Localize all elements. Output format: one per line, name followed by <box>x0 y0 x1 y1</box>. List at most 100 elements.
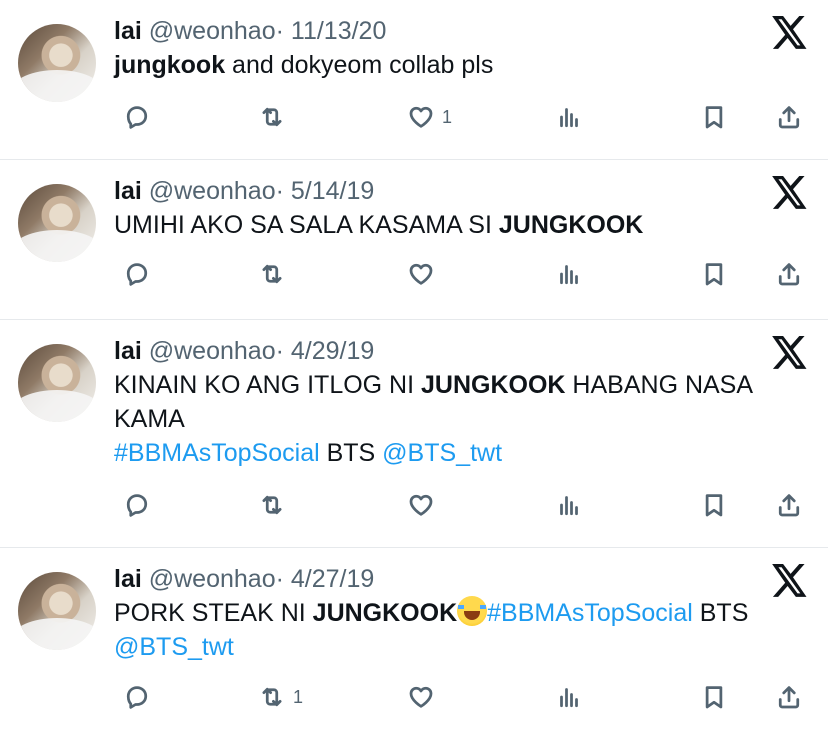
like-button[interactable]: 1 <box>406 100 452 134</box>
views-icon <box>554 490 584 520</box>
views-button[interactable] <box>554 257 584 291</box>
text-segment: BTS <box>692 599 756 627</box>
retweet-button[interactable]: 1 <box>257 680 303 714</box>
like-icon <box>406 102 436 132</box>
reply-icon <box>122 102 152 132</box>
like-count: 1 <box>442 106 453 127</box>
display-name[interactable]: lai <box>114 337 142 365</box>
bookmark-button[interactable] <box>699 257 729 291</box>
bookmark-icon <box>699 490 729 520</box>
like-button[interactable] <box>406 257 442 291</box>
tweet-content: lai @weonhao· 4/29/19 KINAIN KO ANG ITLOG… <box>114 334 798 470</box>
share-icon <box>774 490 804 520</box>
user-handle[interactable]: @weonhao <box>149 565 276 593</box>
reply-icon <box>122 259 152 289</box>
user-handle[interactable]: @weonhao <box>149 177 276 205</box>
avatar[interactable] <box>18 24 96 102</box>
tweet-actions <box>114 488 808 522</box>
retweet-count: 1 <box>293 686 304 707</box>
bookmark-button[interactable] <box>699 680 729 714</box>
retweet-icon <box>257 490 287 520</box>
hashtag-link[interactable]: #BBMAsTopSocial <box>487 599 693 627</box>
tweet[interactable]: lai @weonhao· 5/14/19 UMIHI AKO SA SALA K… <box>0 160 828 320</box>
text-segment: PORK STEAK NI <box>114 599 313 627</box>
views-icon <box>554 102 584 132</box>
avatar[interactable] <box>18 572 96 650</box>
tweet[interactable]: lai @weonhao· 4/27/19 PORK STEAK NI JUNGK… <box>0 548 828 741</box>
share-button[interactable] <box>774 488 804 522</box>
avatar[interactable] <box>18 344 96 422</box>
share-icon <box>774 259 804 289</box>
views-icon <box>554 259 584 289</box>
retweet-icon <box>257 259 287 289</box>
tweet-content: lai @weonhao· 5/14/19 UMIHI AKO SA SALA K… <box>114 174 798 242</box>
text-segment: UMIHI AKO SA SALA KASAMA SI <box>114 211 499 239</box>
bookmark-button[interactable] <box>699 488 729 522</box>
like-button[interactable] <box>406 680 442 714</box>
separator-dot: · <box>275 17 284 45</box>
tweet-actions: 1 <box>114 680 808 714</box>
views-button[interactable] <box>554 680 584 714</box>
display-name[interactable]: lai <box>114 565 142 593</box>
tweet-header: lai @weonhao· 4/27/19 <box>114 562 798 596</box>
share-button[interactable] <box>774 257 804 291</box>
retweet-button[interactable] <box>257 488 293 522</box>
hashtag-link[interactable]: #BBMAsTopSocial <box>114 439 320 467</box>
share-button[interactable] <box>774 100 804 134</box>
bookmark-icon <box>699 259 729 289</box>
tweet-date[interactable]: 4/29/19 <box>291 337 374 365</box>
display-name[interactable]: lai <box>114 177 142 205</box>
user-handle[interactable]: @weonhao <box>149 17 276 45</box>
highlighted-keyword: JUNGKOOK <box>498 211 644 239</box>
reply-button[interactable] <box>122 488 158 522</box>
tweet-actions: 1 <box>114 100 808 134</box>
tweet-date[interactable]: 11/13/20 <box>291 17 386 45</box>
tweet-header: lai @weonhao· 11/13/20 <box>114 14 798 48</box>
share-icon <box>774 102 804 132</box>
bookmark-icon <box>699 102 729 132</box>
like-button[interactable] <box>406 488 442 522</box>
tweet-text: jungkook and dokyeom collab pls <box>114 48 798 82</box>
share-icon <box>774 682 804 712</box>
tweet-actions <box>114 257 808 291</box>
highlighted-keyword: JUNGKOOK <box>312 599 458 627</box>
views-icon <box>554 682 584 712</box>
reply-button[interactable] <box>122 680 158 714</box>
like-icon <box>406 259 436 289</box>
highlighted-keyword: JUNGKOOK <box>421 371 566 399</box>
mention-link[interactable]: @BTS_twt <box>382 439 502 467</box>
avatar[interactable] <box>18 184 96 262</box>
separator-dot: · <box>275 177 284 205</box>
reply-icon <box>122 682 152 712</box>
reply-button[interactable] <box>122 100 158 134</box>
tweet[interactable]: lai @weonhao· 11/13/20 jungkook and dokye… <box>0 0 828 160</box>
share-button[interactable] <box>774 680 804 714</box>
views-button[interactable] <box>554 488 584 522</box>
retweet-button[interactable] <box>257 100 293 134</box>
user-handle[interactable]: @weonhao <box>149 337 276 365</box>
bookmark-button[interactable] <box>699 100 729 134</box>
retweet-icon <box>257 682 287 712</box>
like-icon <box>406 682 436 712</box>
text-segment: KINAIN KO ANG ITLOG NI <box>114 371 422 399</box>
mention-link[interactable]: @BTS_twt <box>114 633 234 661</box>
retweet-button[interactable] <box>257 257 293 291</box>
reply-icon <box>122 490 152 520</box>
tweet-content: lai @weonhao· 4/27/19 PORK STEAK NI JUNGK… <box>114 562 798 664</box>
separator-dot: · <box>275 565 284 593</box>
tweet[interactable]: lai @weonhao· 4/29/19 KINAIN KO ANG ITLOG… <box>0 320 828 548</box>
text-segment: and dokyeom collab pls <box>225 51 494 79</box>
tweet-text: KINAIN KO ANG ITLOG NI JUNGKOOK HABANG N… <box>114 368 798 470</box>
highlighted-keyword: jungkook <box>114 51 226 79</box>
display-name[interactable]: lai <box>114 17 142 45</box>
tweet-date[interactable]: 4/27/19 <box>291 565 374 593</box>
separator-dot: · <box>275 337 284 365</box>
tweet-date[interactable]: 5/14/19 <box>291 177 374 205</box>
face-with-tears-of-joy-emoji <box>457 596 488 626</box>
like-icon <box>406 490 436 520</box>
reply-button[interactable] <box>122 257 158 291</box>
text-segment: BTS <box>319 439 383 467</box>
tweet-feed: lai @weonhao· 11/13/20 jungkook and dokye… <box>0 0 828 741</box>
tweet-header: lai @weonhao· 4/29/19 <box>114 334 798 368</box>
views-button[interactable] <box>554 100 584 134</box>
